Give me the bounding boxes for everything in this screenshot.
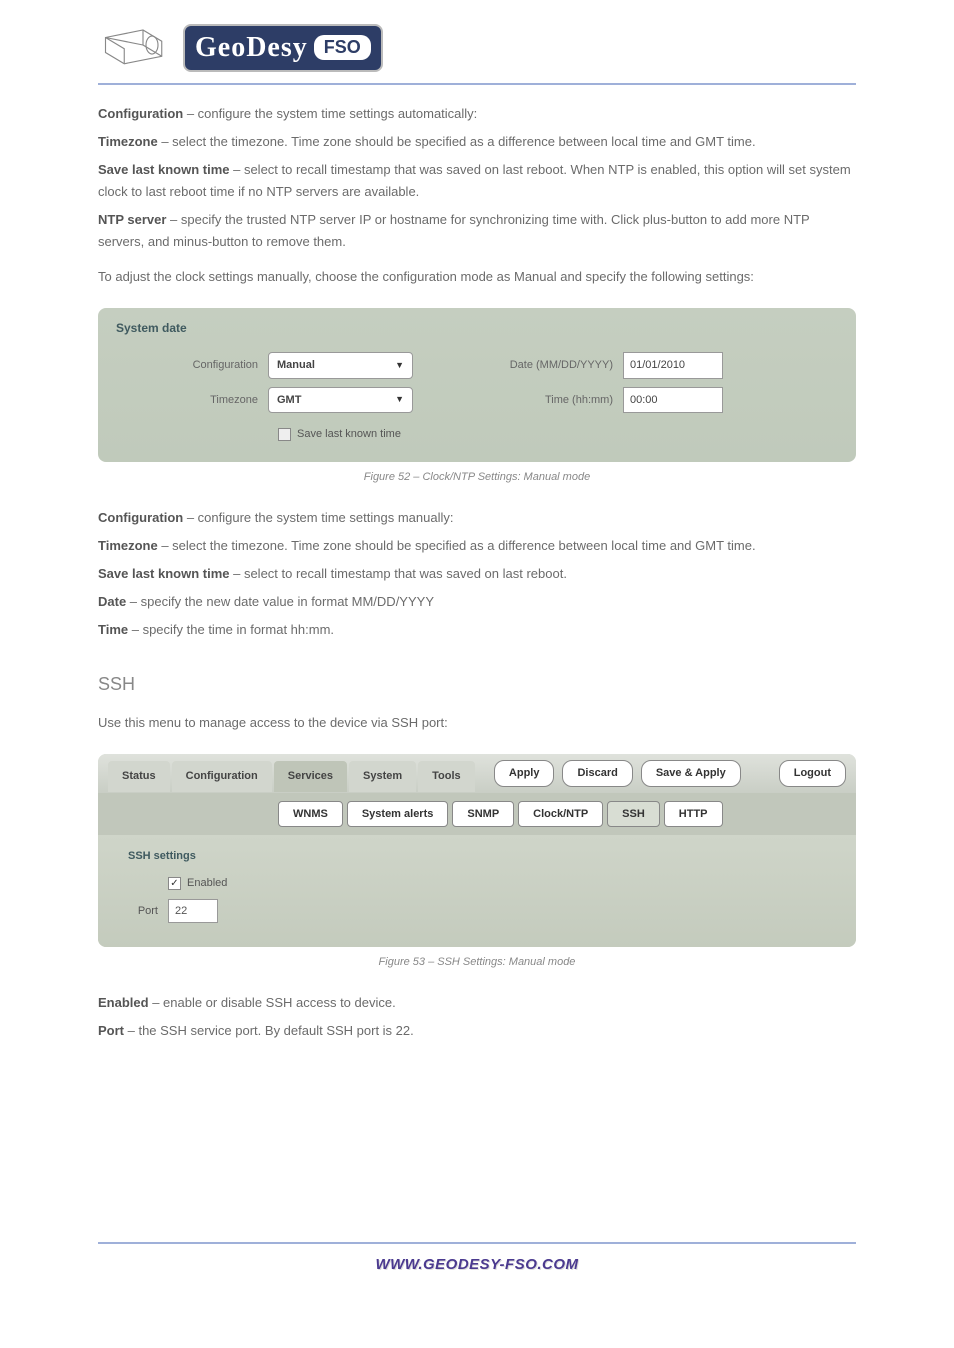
apply-button[interactable]: Apply <box>494 760 555 787</box>
date-input[interactable]: 01/01/2010 <box>623 352 723 379</box>
para-date-manual: Date – specify the new date value in for… <box>98 591 856 613</box>
logo-brand: GeoDesy <box>195 32 308 64</box>
subtab-wnms[interactable]: WNMS <box>278 801 343 828</box>
timezone-select[interactable]: GMT ▼ <box>268 387 413 414</box>
chevron-down-icon: ▼ <box>395 392 404 407</box>
tab-configuration[interactable]: Configuration <box>172 761 272 792</box>
para-config-manual: Configuration – configure the system tim… <box>98 507 856 529</box>
subtab-snmp[interactable]: SNMP <box>452 801 514 828</box>
logout-button[interactable]: Logout <box>779 760 846 787</box>
ssh-intro: Use this menu to manage access to the de… <box>98 712 856 734</box>
para-enabled: Enabled – enable or disable SSH access t… <box>98 992 856 1014</box>
time-input[interactable]: 00:00 <box>623 387 723 414</box>
para-save-last: Save last known time – select to recall … <box>98 159 856 203</box>
enabled-checkbox[interactable]: ✓ <box>168 877 181 890</box>
port-input[interactable]: 22 <box>168 899 218 924</box>
sub-tabs: WNMS System alerts SNMP Clock/NTP SSH HT… <box>98 793 856 836</box>
port-label: Port <box>128 902 168 921</box>
footer-divider <box>98 1242 856 1244</box>
config-label: Configuration <box>98 356 268 375</box>
save-last-label: Save last known time <box>297 425 401 444</box>
subtab-http[interactable]: HTTP <box>664 801 723 828</box>
main-tabs: Status Configuration Services System Too… <box>108 761 477 792</box>
save-apply-button[interactable]: Save & Apply <box>641 760 741 787</box>
subtab-clock[interactable]: Clock/NTP <box>518 801 603 828</box>
logo-sub: FSO <box>314 35 371 60</box>
tab-services[interactable]: Services <box>274 761 347 792</box>
time-label: Time (hh:mm) <box>413 391 623 410</box>
device-icon <box>98 20 173 75</box>
ssh-heading: SSH <box>98 669 856 700</box>
save-last-checkbox[interactable] <box>278 428 291 441</box>
enabled-label: Enabled <box>187 874 227 893</box>
para-configuration: Configuration – configure the system tim… <box>98 103 856 125</box>
tab-tools[interactable]: Tools <box>418 761 475 792</box>
system-date-title: System date <box>98 308 856 348</box>
tab-status[interactable]: Status <box>108 761 170 792</box>
subtab-alerts[interactable]: System alerts <box>347 801 449 828</box>
footer-url: WWW.GEODESY-FSO.COM <box>98 1256 856 1273</box>
figure-caption-date: Figure 52 – Clock/NTP Settings: Manual m… <box>98 468 856 487</box>
discard-button[interactable]: Discard <box>562 760 632 787</box>
ssh-panel: Status Configuration Services System Too… <box>98 754 856 947</box>
para-timezone: Timezone – select the timezone. Time zon… <box>98 131 856 153</box>
page-header: GeoDesy FSO <box>98 20 856 75</box>
logo: GeoDesy FSO <box>183 24 383 72</box>
para-port: Port – the SSH service port. By default … <box>98 1020 856 1042</box>
para-time-manual: Time – specify the time in format hh:mm. <box>98 619 856 641</box>
chevron-down-icon: ▼ <box>395 358 404 373</box>
para-ntp-server: NTP server – specify the trusted NTP ser… <box>98 209 856 253</box>
para-manual-intro: To adjust the clock settings manually, c… <box>98 266 856 288</box>
timezone-label: Timezone <box>98 391 268 410</box>
system-date-panel: System date Configuration Manual ▼ Date … <box>98 308 856 462</box>
divider <box>98 83 856 85</box>
para-tz-manual: Timezone – select the timezone. Time zon… <box>98 535 856 557</box>
subtab-ssh[interactable]: SSH <box>607 801 660 828</box>
para-save-manual: Save last known time – select to recall … <box>98 563 856 585</box>
date-label: Date (MM/DD/YYYY) <box>413 356 623 375</box>
figure-caption-ssh: Figure 53 – SSH Settings: Manual mode <box>98 953 856 972</box>
ssh-settings-title: SSH settings <box>128 847 836 866</box>
tab-system[interactable]: System <box>349 761 416 792</box>
config-select[interactable]: Manual ▼ <box>268 352 413 379</box>
